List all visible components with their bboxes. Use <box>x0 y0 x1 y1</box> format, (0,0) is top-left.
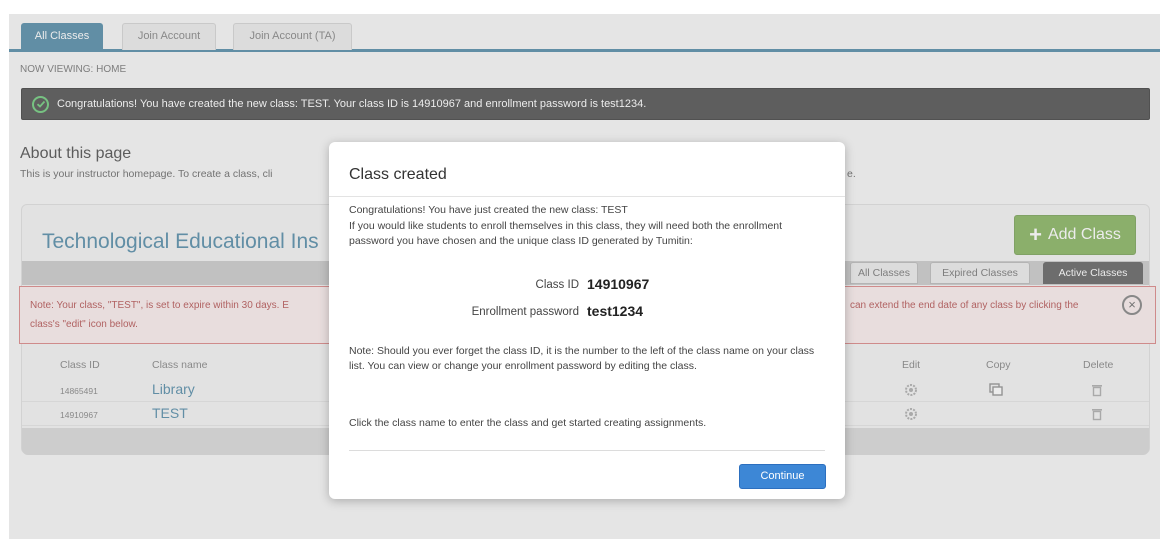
continue-button[interactable]: Continue <box>739 464 826 489</box>
dialog-instructions: If you would like students to enroll the… <box>349 220 783 247</box>
dialog-note: Note: Should you ever forget the class I… <box>349 345 815 372</box>
dialog-hint: Click the class name to enter the class … <box>349 417 707 429</box>
dialog-footer-divider <box>349 450 825 451</box>
class-created-dialog: Class created Congratulations! You have … <box>329 142 845 499</box>
dialog-title: Class created <box>349 166 447 183</box>
dialog-intro: Congratulations! You have just created t… <box>349 204 628 216</box>
class-id-value: 14910967 <box>587 276 650 292</box>
enrollment-password-value: test1234 <box>587 303 644 319</box>
dialog-divider <box>329 196 845 197</box>
enrollment-password-label: Enrollment password <box>471 306 579 318</box>
class-id-label: Class ID <box>535 279 579 291</box>
